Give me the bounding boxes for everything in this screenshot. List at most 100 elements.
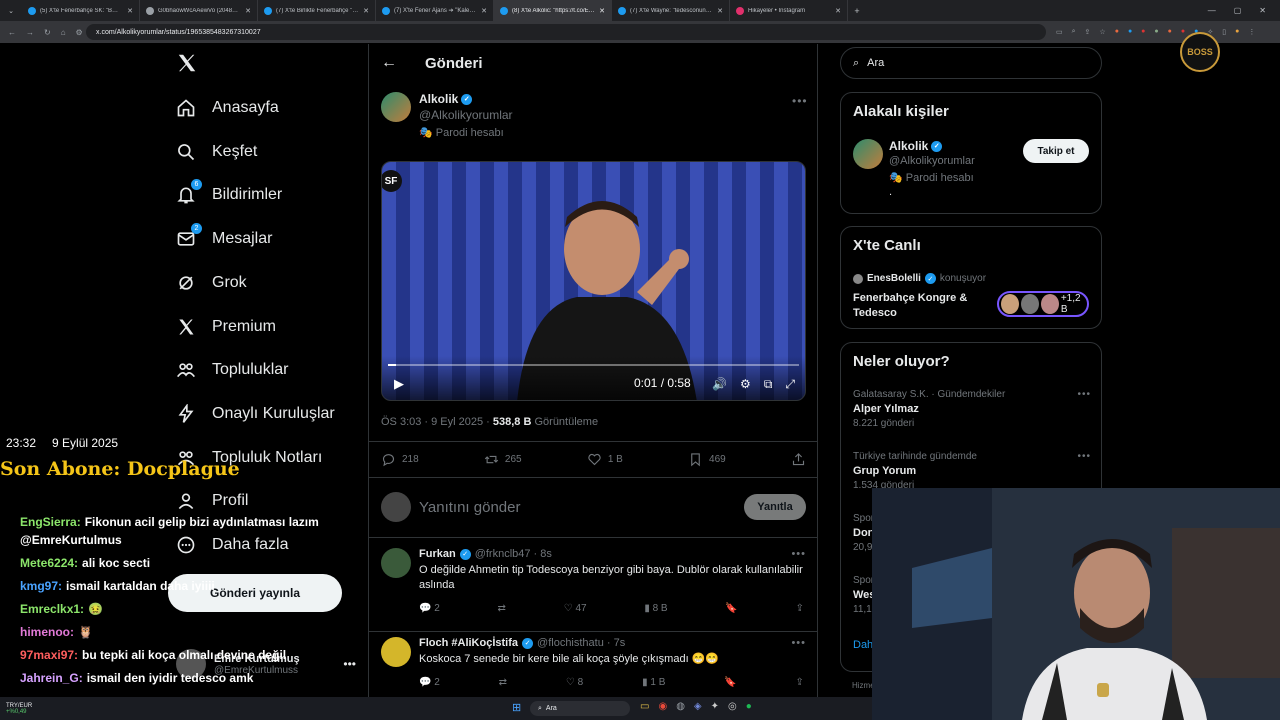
live-topic[interactable]: Fenerbahçe Kongre & Tedesco — [853, 291, 983, 321]
forward-arrow-icon[interactable]: → — [26, 28, 34, 37]
new-tab-button[interactable]: + — [848, 6, 866, 16]
views-action[interactable]: ▮ 8 B — [644, 603, 667, 614]
more-dots-icon[interactable]: ••• — [343, 657, 356, 671]
browser-tab[interactable]: (7) X'te Fener Ajans ➔ "Kaleci… ✕ — [376, 0, 494, 21]
reply-action[interactable]: 218 — [381, 452, 419, 467]
browser-tab[interactable]: (5) X'te Fenerbahçe SK: "B… ✕ — [22, 0, 140, 21]
extension-icon[interactable]: ● — [1115, 28, 1119, 36]
close-icon[interactable]: ✕ — [1259, 6, 1266, 15]
tab-close-icon[interactable]: ✕ — [835, 7, 841, 15]
play-icon[interactable]: ▶ — [394, 376, 404, 392]
related-person[interactable]: Alkolik ✓ @Alkolikyorumlar 🎭 Parodi hesab… — [853, 139, 975, 198]
tab-search-icon[interactable]: ⌄ — [0, 7, 22, 15]
reply-author-name[interactable]: Floch #AliKoçİstifa — [419, 637, 518, 649]
person-name[interactable]: Alkolik — [889, 139, 928, 153]
browser-tab[interactable]: G0bhaowWcAAewVo (2048×1… ✕ — [140, 0, 258, 21]
video-player[interactable]: SF ▶ 0:01 / 0:58 🔊 ⚙ ⧉ ⤢ — [381, 161, 806, 401]
reply-avatar[interactable] — [381, 637, 411, 667]
extension-icon[interactable]: ● — [1128, 28, 1132, 36]
repost-icon[interactable]: ⇄ — [498, 603, 506, 614]
bookmark-star-icon[interactable]: ☆ — [1099, 28, 1105, 36]
author-handle[interactable]: @Alkolikyorumlar — [419, 108, 513, 122]
nav-item-0[interactable]: Anasayfa — [176, 98, 279, 118]
reply-button[interactable]: Yanıtla — [744, 494, 806, 520]
fullscreen-icon[interactable]: ⤢ — [785, 377, 795, 392]
live-host[interactable]: EnesBolelli — [867, 273, 921, 284]
reply-action[interactable]: 💬 2 — [419, 677, 440, 688]
url-field[interactable]: x.com/Alkolikyorumlar/status/19653854832… — [86, 24, 1046, 40]
live-listeners[interactable]: +1,2 B — [997, 291, 1089, 317]
trend-item[interactable]: Galatasaray S.K. · Gündemdekiler ••• Alper… — [853, 389, 1091, 429]
nav-item-9[interactable]: Profil — [176, 491, 248, 511]
menu-dots-icon[interactable]: ⋮ — [1248, 28, 1255, 36]
reply-author-handle[interactable]: @frknclb47 · 8s — [475, 548, 552, 560]
x-logo-icon[interactable] — [176, 52, 198, 74]
reply-post[interactable]: Furkan ✓ @frknclb47 · 8s ••• O değilde Ahme… — [381, 548, 806, 614]
chrome-icon[interactable]: ◉ — [658, 701, 667, 712]
spotify-icon[interactable]: ● — [746, 701, 752, 712]
sidepanel-icon[interactable]: ▯ — [1222, 28, 1226, 36]
volume-icon[interactable]: 🔊 — [712, 377, 727, 392]
nav-item-4[interactable]: Grok — [176, 273, 247, 293]
share-icon[interactable]: ⇪ — [796, 677, 804, 688]
discord-icon[interactable]: ◈ — [694, 701, 702, 712]
reply-more-icon[interactable]: ••• — [791, 637, 806, 649]
video-progress-bar[interactable] — [388, 364, 799, 366]
share-icon[interactable]: ⇪ — [796, 603, 804, 614]
browser-tab[interactable]: Hikayeler • Instagram ✕ — [730, 0, 848, 21]
nav-item-5[interactable]: Premium — [176, 317, 276, 337]
bookmark-action[interactable]: 469 — [688, 452, 726, 467]
share-icon[interactable]: ⇪ — [1085, 28, 1091, 36]
reply-avatar[interactable] — [381, 548, 411, 578]
currency-widget[interactable]: TRY/EUR +%0,49 — [0, 703, 120, 715]
trend-more-icon[interactable]: ••• — [1077, 451, 1091, 462]
file-explorer-icon[interactable]: ▭ — [640, 701, 649, 712]
show-more-link[interactable]: Dah — [853, 639, 873, 651]
post-more-icon[interactable]: ••• — [792, 94, 808, 108]
browser-tab[interactable]: (7) X'te Birlikte Fenerbahçe "… ✕ — [258, 0, 376, 21]
bookmark-icon[interactable]: 🔖 — [725, 603, 737, 614]
search-input[interactable]: ⌕ Ara — [840, 47, 1102, 79]
home-icon[interactable]: ⌂ — [61, 28, 66, 37]
nav-item-1[interactable]: Keşfet — [176, 142, 257, 162]
extension-icon[interactable]: ● — [1168, 28, 1172, 36]
reply-author-name[interactable]: Furkan — [419, 548, 456, 560]
like-action[interactable]: ♡ 47 — [564, 603, 587, 614]
views-action[interactable]: ▮ 1 B — [642, 677, 665, 688]
tab-close-icon[interactable]: ✕ — [363, 7, 369, 15]
cast-icon[interactable]: ▭ — [1056, 28, 1063, 36]
tab-close-icon[interactable]: ✕ — [245, 7, 251, 15]
picture-in-picture-icon[interactable]: ⧉ — [764, 377, 773, 392]
extension-icon[interactable]: ● — [1181, 28, 1185, 36]
nav-item-3[interactable]: 2 Mesajlar — [176, 223, 272, 249]
follow-button[interactable]: Takip et — [1023, 139, 1089, 163]
post-timestamp[interactable]: ÖS 3:03 · 9 Eyl 2025 · — [381, 416, 493, 428]
repost-icon[interactable]: ⇄ — [499, 677, 507, 688]
app-icon[interactable]: ◍ — [676, 701, 685, 712]
reply-action[interactable]: 💬 2 — [419, 603, 440, 614]
maximize-icon[interactable]: ▢ — [1234, 6, 1242, 15]
extension-icon[interactable]: ● — [1154, 28, 1158, 36]
person-avatar[interactable] — [853, 139, 883, 169]
like-action[interactable]: ♡ 8 — [566, 677, 583, 688]
tab-close-icon[interactable]: ✕ — [599, 7, 605, 15]
minimize-icon[interactable]: — — [1208, 6, 1216, 15]
settings-gear-icon[interactable]: ⚙ — [740, 377, 751, 392]
windows-start-icon[interactable]: ⊞ — [512, 701, 521, 714]
post-author[interactable]: Alkolik ✓ @Alkolikyorumlar 🎭 Parodi hesab… — [381, 92, 513, 139]
zoom-icon[interactable]: ⌕ — [1072, 28, 1076, 36]
nav-item-6[interactable]: Topluluklar — [176, 360, 288, 380]
repost-action[interactable]: 265 — [484, 452, 522, 467]
site-info-icon[interactable]: ⚙ — [76, 28, 83, 37]
reply-input[interactable]: Yanıtını gönder — [419, 499, 736, 516]
app-icon[interactable]: ◎ — [728, 701, 737, 712]
author-name[interactable]: Alkolik — [419, 92, 458, 106]
back-arrow-icon[interactable]: ← — [8, 28, 16, 37]
app-icon[interactable]: ✦ — [711, 701, 719, 712]
share-action[interactable] — [791, 452, 806, 467]
nav-item-7[interactable]: Onaylı Kuruluşlar — [176, 403, 335, 424]
tab-close-icon[interactable]: ✕ — [127, 7, 133, 15]
trend-more-icon[interactable]: ••• — [1077, 389, 1091, 400]
browser-tab[interactable]: (8) X'te Alkolic: "https://t.co/E… ✕ — [494, 0, 612, 21]
profile-avatar-icon[interactable]: ● — [1235, 28, 1239, 36]
